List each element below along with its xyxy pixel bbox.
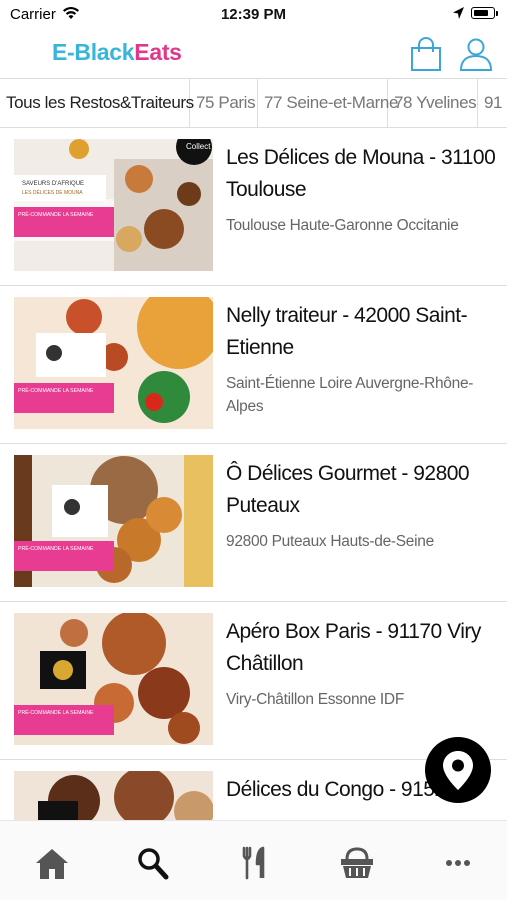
location-arrow-icon	[453, 7, 464, 19]
thumb-banner: PRÉ-COMMANDE LA SEMAINE	[18, 709, 94, 716]
logo-part-1: E-Black	[52, 39, 135, 65]
thumb-brand-top: SAVEURS D'AFRIQUE	[22, 181, 84, 187]
region-tabs: Tous les Restos&Traiteurs 75 Paris 77 Se…	[0, 78, 507, 128]
restaurant-row[interactable]: Collect SAVEURS D'AFRIQUE LES DÉLICES DE…	[0, 128, 507, 286]
tab-75-paris[interactable]: 75 Paris	[190, 79, 258, 127]
thumb-banner: PRÉ-COMMANDE LA SEMAINE	[18, 387, 94, 394]
tab-tous-les-restos[interactable]: Tous les Restos&Traiteurs	[0, 79, 194, 127]
restaurant-title[interactable]: Apéro Box Paris - 91170 Viry Châtillon	[226, 616, 496, 680]
tab-91[interactable]: 91 E	[478, 79, 507, 127]
battery-icon	[471, 7, 495, 19]
restaurant-location: Viry-Châtillon Essonne IDF	[226, 691, 404, 708]
restaurant-title[interactable]: Les Délices de Mouna - 31100 Toulouse	[226, 142, 496, 206]
thumb-banner: PRÉ-COMMANDE LA SEMAINE	[18, 211, 94, 218]
bottom-nav	[0, 820, 507, 900]
restaurant-thumbnail: PRÉ-COMMANDE LA SEMAINE	[14, 613, 213, 745]
restaurant-list: Collect SAVEURS D'AFRIQUE LES DÉLICES DE…	[0, 128, 507, 820]
status-time: 12:39 PM	[220, 6, 287, 23]
utensils-icon[interactable]	[235, 845, 275, 881]
tab-78-yvelines[interactable]: 78 Yvelines	[388, 79, 478, 127]
restaurant-thumbnail: Collect SAVEURS D'AFRIQUE LES DÉLICES DE…	[14, 139, 213, 271]
thumb-badge: Collect	[186, 142, 211, 151]
basket-icon[interactable]	[337, 845, 377, 881]
search-icon[interactable]	[133, 845, 173, 881]
home-icon[interactable]	[32, 845, 72, 881]
restaurant-location: Toulouse Haute-Garonne Occitanie	[226, 217, 459, 234]
battery-tip	[496, 11, 498, 16]
shopping-bag-icon[interactable]	[408, 36, 444, 72]
restaurant-row[interactable]: PRÉ-COMMANDE LA SEMAINE Ô Délices Gourme…	[0, 444, 507, 602]
status-bar: Carrier 12:39 PM	[0, 0, 507, 30]
restaurant-thumbnail: PRÉ-COMMANDE LA SEMAINE	[14, 455, 213, 587]
restaurant-title[interactable]: Nelly traiteur - 42000 Saint-Etienne	[226, 300, 496, 364]
thumb-banner: PRÉ-COMMANDE LA SEMAINE	[18, 545, 94, 552]
app-header: E-BlackEats	[0, 30, 507, 78]
restaurant-location: 92800 Puteaux Hauts-de-Seine	[226, 533, 434, 550]
restaurant-title[interactable]: Ô Délices Gourmet - 92800 Puteaux	[226, 458, 496, 522]
more-icon[interactable]	[438, 845, 478, 881]
restaurant-row[interactable]: PRÉ-COMMANDE LA SEMAINE Nelly traiteur -…	[0, 286, 507, 444]
map-button[interactable]	[425, 737, 491, 803]
restaurant-location: Saint-Étienne Loire Auvergne-Rhône-Alpes	[226, 375, 474, 415]
logo-part-2: Eats	[134, 39, 182, 65]
restaurant-thumbnail: PRÉ-COMMANDE LA SEMAINE	[14, 297, 213, 429]
tab-77-seine-et-marne[interactable]: 77 Seine-et-Marne	[258, 79, 398, 127]
map-pin-icon	[443, 751, 473, 790]
user-icon[interactable]	[458, 36, 494, 72]
app-logo[interactable]: E-BlackEats	[52, 39, 182, 66]
thumb-brand-bottom: LES DÉLICES DE MOUNA	[22, 189, 83, 196]
restaurant-thumbnail	[14, 771, 213, 820]
